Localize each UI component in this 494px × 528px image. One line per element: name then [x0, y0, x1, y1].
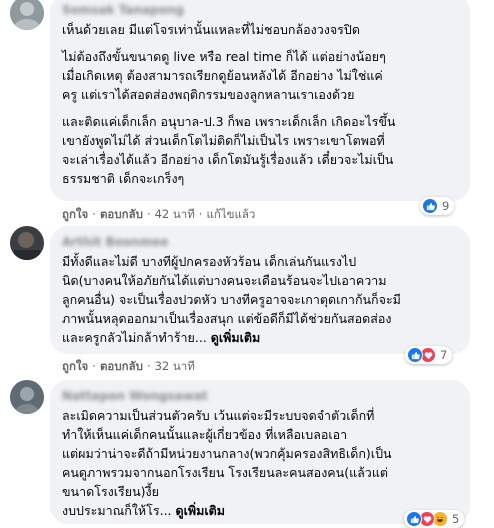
like-reaction-icon: [406, 511, 422, 527]
avatar[interactable]: [10, 380, 44, 414]
reaction-count: 9: [442, 199, 450, 213]
separator: ·: [198, 207, 203, 221]
see-more-link[interactable]: ดูเพิ่มเติม: [211, 330, 261, 345]
separator: ·: [146, 207, 151, 221]
separator: ·: [146, 359, 151, 373]
comment-bubble: Arthit Boonmee มีทั้งดีและไม่ดี บางทีผู้…: [50, 226, 470, 354]
like-reaction-icon: [407, 347, 423, 363]
author-name[interactable]: Somsak Tanapong: [62, 2, 458, 18]
comment-bubble: Nattapon Wongsawat ละเมิดความเป็นส่วนตัว…: [50, 380, 470, 524]
comment-paragraph: เห็นด้วยเลย มีแต่โจรเท่านั้นแหละที่ไม่ชอ…: [62, 22, 360, 37]
author-name[interactable]: Nattapon Wongsawat: [62, 388, 458, 404]
reply-button[interactable]: ตอบกลับ: [100, 359, 143, 373]
comment-paragraph: และติดแค่เด็กเล็ก อนุบาล-ป.3 ก็พอ เพราะเ…: [62, 114, 396, 186]
reaction-summary[interactable]: 7: [405, 346, 453, 364]
author-name[interactable]: Arthit Boonmee: [62, 234, 458, 250]
avatar[interactable]: [10, 226, 44, 260]
comment-bubble: Somsak Tanapong เห็นด้วยเลย มีแต่โจรเท่า…: [50, 0, 470, 201]
timestamp[interactable]: 42 นาที: [155, 207, 195, 221]
reply-button[interactable]: ตอบกลับ: [100, 207, 143, 221]
reaction-summary[interactable]: 9: [420, 197, 455, 215]
separator: ·: [92, 359, 96, 373]
comment-actions: ถูกใจ · ตอบกลับ · 32 นาที: [62, 358, 195, 374]
comment-paragraph: ไม่ต้องถึงขั้นขนาดดู live หรือ real time…: [62, 49, 386, 102]
avatar[interactable]: [10, 0, 44, 30]
separator: ·: [92, 207, 96, 221]
edited-label[interactable]: แก้ไขแล้ว: [206, 207, 255, 221]
timestamp[interactable]: 32 นาที: [155, 359, 195, 373]
see-more-link[interactable]: ดูเพิ่มเติม: [176, 503, 226, 518]
comment-actions: ถูกใจ · ตอบกลับ · 42 นาที · แก้ไขแล้ว: [62, 206, 255, 222]
like-button[interactable]: ถูกใจ: [62, 207, 88, 221]
reaction-summary[interactable]: 5: [404, 510, 465, 528]
like-button[interactable]: ถูกใจ: [62, 359, 88, 373]
reaction-count: 7: [440, 348, 448, 362]
comment-paragraph: มีทั้งดีและไม่ดี บางทีผู้ปกครองหัวร้อน เ…: [62, 252, 458, 347]
comment-text: ละเมิดความเป็นส่วนตัวครับ เว้นแต่จะมีระบ…: [62, 408, 392, 518]
like-reaction-icon: [422, 198, 438, 214]
comment-paragraph: ละเมิดความเป็นส่วนตัวครับ เว้นแต่จะมีระบ…: [62, 406, 458, 520]
